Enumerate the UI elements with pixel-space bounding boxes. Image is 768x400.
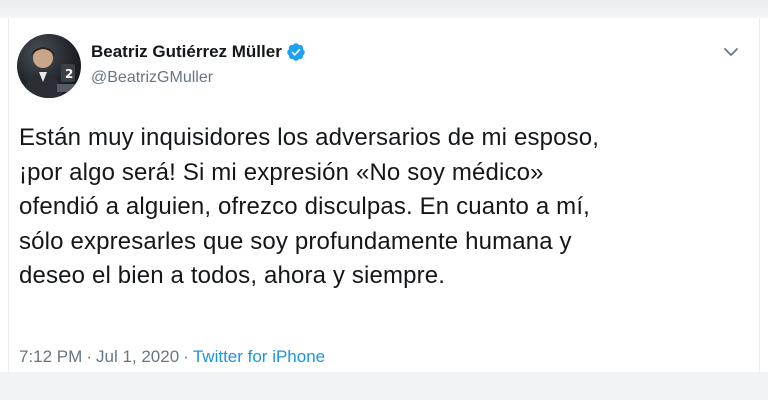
page-top-background [0,0,768,18]
tweet-metadata: 7:12 PM · Jul 1, 2020 · Twitter for iPhone [19,347,325,367]
avatar-image: 2 [23,47,77,98]
tweet-date[interactable]: Jul 1, 2020 [96,347,179,366]
tweet-text: Están muy inquisidores los adversarios d… [19,124,600,289]
page-bottom-background [0,372,768,400]
author-display-name[interactable]: Beatriz Gutiérrez Müller [91,42,282,62]
author-handle[interactable]: @BeatrizGMuller [91,69,213,87]
tweet-source-link[interactable]: Twitter for iPhone [193,347,325,366]
meta-separator: · [86,347,92,366]
tweet-menu-button[interactable] [719,40,743,64]
chevron-down-icon [724,48,738,56]
meta-separator: · [183,347,189,366]
svg-text:2: 2 [65,67,73,81]
author-name-row: Beatriz Gutiérrez Müller [91,42,306,62]
tweet-time[interactable]: 7:12 PM [19,347,82,366]
avatar[interactable]: 2 [17,34,81,98]
tweet-card: 2 Beatriz Gutiérrez Müller @BeatrizGMull… [8,18,761,379]
verified-badge-icon [286,42,306,62]
